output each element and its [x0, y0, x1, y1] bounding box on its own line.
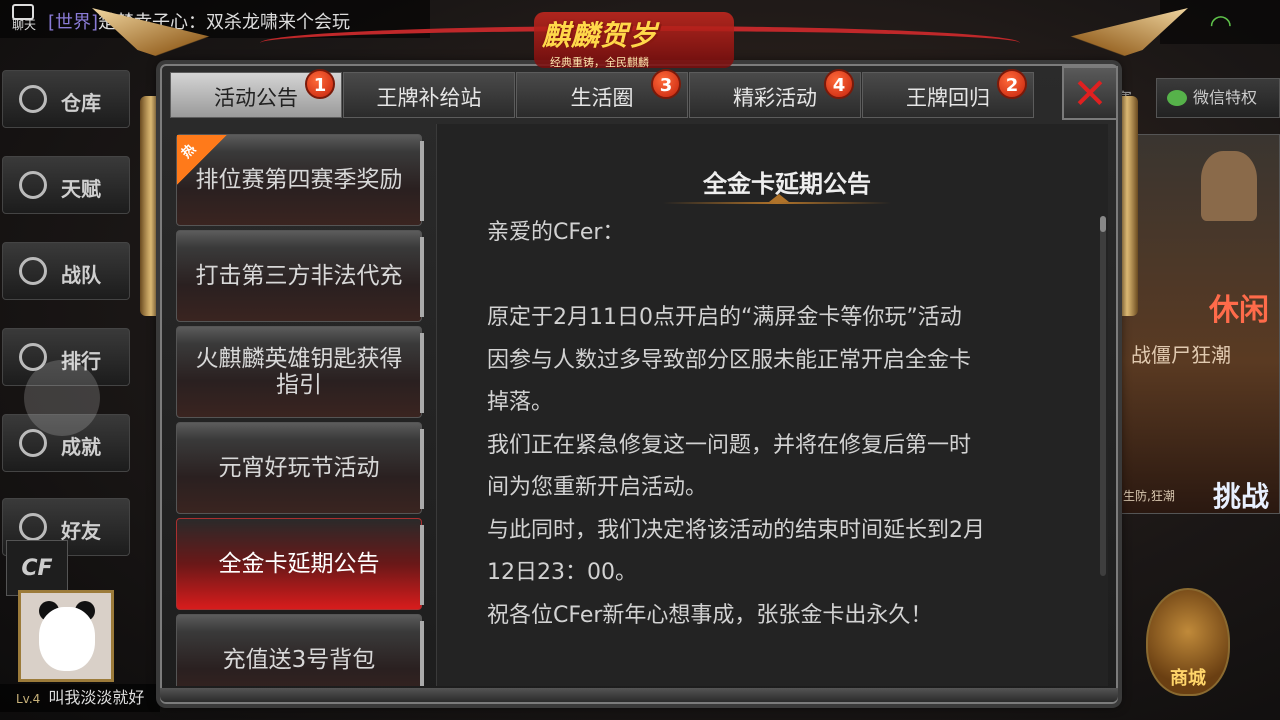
- wechat-label: 微信特权: [1193, 88, 1258, 107]
- list-item-label: 充值送3号背包: [222, 647, 376, 673]
- tab-supply-station[interactable]: 王牌补给站: [343, 72, 515, 118]
- player-info: Lv.4 叫我淡淡就好: [0, 684, 160, 712]
- tab-label: 生活圈: [570, 86, 634, 110]
- hot-badge-label: 热: [179, 141, 200, 162]
- content-line: 我们正在紧急修复这一问题，并将在修复后第一时: [487, 432, 972, 458]
- content-line: 原定于2月11日0点开启的“满屏金卡等你玩”活动: [487, 305, 962, 330]
- promo-zombie: 战僵尸狂潮: [1131, 343, 1231, 367]
- tab-ace-return[interactable]: 王牌回归 2: [862, 69, 1034, 118]
- item-rail: [420, 621, 424, 686]
- list-item-label: 打击第三方非法代充: [195, 263, 403, 289]
- announcement-list[interactable]: 热 排位赛第四赛季奖励 打击第三方非法代充 火麒麟英雄钥匙获得指引 元宵好玩节活…: [176, 134, 424, 686]
- item-rail: [420, 237, 424, 317]
- nav-label: 仓库: [61, 91, 101, 115]
- close-icon: ✕: [1072, 69, 1108, 118]
- tab-life-circle[interactable]: 生活圈 3: [516, 69, 688, 118]
- tab-label: 活动公告: [214, 86, 298, 110]
- list-item[interactable]: 火麒麟英雄钥匙获得指引: [176, 326, 424, 418]
- list-item-label: 全金卡延期公告: [218, 551, 380, 577]
- promo-panel[interactable]: 休闲 战僵尸狂潮 生防,狂潮 挑战: [1114, 134, 1280, 514]
- status-area: ◠: [1160, 0, 1280, 44]
- frame-ornament: [1116, 96, 1138, 316]
- chat-message: [世界]楚楚幸子心：双杀龙啸来个会玩: [48, 8, 350, 34]
- title-divider-notch: [769, 194, 789, 202]
- title-divider: [663, 202, 891, 204]
- item-rail: [420, 333, 424, 413]
- chat-channel: [世界]: [48, 12, 99, 33]
- list-item-label: 火麒麟英雄钥匙获得指引: [195, 346, 403, 398]
- tab-badge: 4: [824, 69, 854, 99]
- frame-ornament: [140, 96, 162, 316]
- item-rail: [420, 429, 424, 509]
- content-line: 间为您重新开启活动。: [487, 475, 708, 500]
- list-item[interactable]: 充值送3号背包: [176, 614, 424, 686]
- tab-activity-notice[interactable]: 活动公告 1: [170, 69, 342, 118]
- content-line: 与此同时，我们决定将该活动的结束时间延长到2月: [487, 517, 985, 543]
- warehouse-icon: [19, 85, 47, 113]
- tab-badge: 2: [997, 69, 1027, 99]
- content-line: 因参与人数过多导致部分区服未能正常开启全金卡: [487, 347, 972, 373]
- close-button[interactable]: ✕: [1062, 66, 1118, 120]
- list-item[interactable]: 元宵好玩节活动: [176, 422, 424, 514]
- player-level: Lv.4: [16, 692, 41, 706]
- item-rail: [420, 525, 424, 605]
- panda-icon: [39, 607, 95, 671]
- banner-subtitle: 经典重铸，全民麒麟: [550, 56, 649, 69]
- promo-small: 生防,狂潮: [1123, 489, 1175, 503]
- content-scrollbar[interactable]: [1100, 216, 1106, 576]
- nav-team[interactable]: 战队: [2, 242, 130, 300]
- chat-button-label: 聊天: [11, 18, 36, 32]
- promo-leisure: 休闲: [1209, 293, 1269, 328]
- list-item-selected[interactable]: 全金卡延期公告: [176, 518, 424, 610]
- announcement-content: 全金卡延期公告 亲爱的CFer： 原定于2月11日0点开启的“满屏金卡等你玩”活…: [436, 124, 1108, 686]
- scrollbar-thumb[interactable]: [1100, 216, 1106, 232]
- soldier-image: [1201, 151, 1257, 221]
- list-item-label: 元宵好玩节活动: [218, 455, 380, 481]
- chat-bubble-icon: [12, 4, 34, 20]
- player-avatar[interactable]: [18, 590, 114, 682]
- tab-badge: 3: [651, 69, 681, 99]
- promo-challenge: 挑战: [1212, 480, 1269, 513]
- hot-badge: 热: [177, 135, 227, 185]
- content-body: 亲爱的CFer： 原定于2月11日0点开启的“满屏金卡等你玩”活动 因参与人数过…: [487, 212, 1087, 637]
- tab-bar: 活动公告 1 王牌补给站 生活圈 3 精彩活动 4 王牌回归 2: [170, 69, 1060, 118]
- content-line: 12日23：00。: [487, 560, 637, 585]
- tab-label: 王牌回归: [906, 86, 990, 110]
- chat-button[interactable]: 聊天: [4, 2, 44, 36]
- content-greeting: 亲爱的CFer：: [487, 220, 625, 245]
- nav-warehouse[interactable]: 仓库: [2, 70, 130, 128]
- player-name: 叫我淡淡就好: [48, 688, 145, 707]
- shop-button[interactable]: 商城: [1146, 588, 1230, 696]
- frame-bottom-edge: [160, 688, 1118, 702]
- list-item[interactable]: 热 排位赛第四赛季奖励: [176, 134, 424, 226]
- list-item[interactable]: 打击第三方非法代充: [176, 230, 424, 322]
- wechat-icon: [1167, 90, 1187, 106]
- banner-title: 麒麟贺岁: [542, 19, 659, 52]
- content-blank-line: [487, 255, 1087, 298]
- tab-label: 精彩活动: [733, 86, 817, 110]
- nav-label: 战队: [61, 263, 101, 287]
- talent-icon: [19, 171, 47, 199]
- shop-label: 商城: [1170, 668, 1206, 689]
- tab-featured-events[interactable]: 精彩活动 4: [689, 69, 861, 118]
- wifi-icon: ◠: [1209, 10, 1232, 40]
- tab-label: 王牌补给站: [376, 86, 482, 110]
- friends-icon: [19, 513, 47, 541]
- cf-logo[interactable]: CF: [6, 540, 68, 596]
- nav-talent[interactable]: 天赋: [2, 156, 130, 214]
- medal-icon: [19, 429, 47, 457]
- event-banner: 麒麟贺岁 经典重铸，全民麒麟: [520, 10, 760, 72]
- item-rail: [420, 141, 424, 221]
- nav-label: 天赋: [61, 177, 101, 201]
- game-screen: 聊天 [世界]楚楚幸子心：双杀龙啸来个会玩 仓库 天赋 战队 排行 成就 好友 …: [0, 0, 1280, 720]
- team-star-icon: [19, 257, 47, 285]
- tab-badge: 1: [305, 69, 335, 99]
- wechat-privilege-button[interactable]: 微信特权: [1156, 78, 1280, 118]
- content-line: 掉落。: [487, 390, 554, 415]
- virtual-joystick[interactable]: [24, 360, 100, 436]
- content-line: 祝各位CFer新年心想事成，张张金卡出永久！: [487, 602, 933, 628]
